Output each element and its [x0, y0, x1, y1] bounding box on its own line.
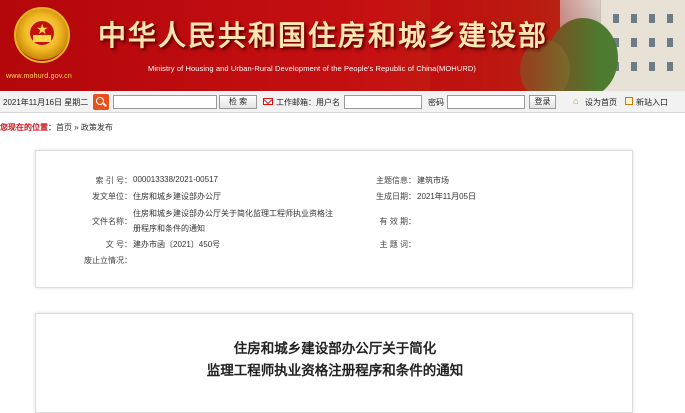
site-title: 中华人民共和国住房和城乡建设部: [98, 19, 549, 52]
search-icon[interactable]: [93, 94, 109, 110]
password-label: 密码: [428, 98, 444, 107]
validity-label: 有 效 期：: [379, 217, 416, 226]
filename-label: 文件名称：: [92, 217, 132, 226]
breadcrumb-lead: 您现在的位置：: [0, 123, 56, 132]
set-homepage-link[interactable]: 设为首页: [585, 97, 617, 108]
date-label: 生成日期：: [376, 192, 416, 201]
article-panel: 住房和城乡建设部办公厅关于简化 监理工程师执业资格注册程序和条件的通知: [35, 313, 633, 413]
mail-icon: [263, 98, 273, 105]
doc-no-value: 建办市函〔2021〕450号: [133, 240, 221, 249]
issuer-value: 住房和城乡建设部办公厅: [133, 192, 221, 201]
article-title-line1: 住房和城乡建设部办公厅关于简化: [233, 341, 437, 357]
article-title-line2: 监理工程师执业资格注册程序和条件的通知: [206, 363, 464, 379]
index-no-label: 索 引 号：: [95, 176, 132, 185]
search-input[interactable]: [113, 95, 217, 109]
new-site-icon: [625, 97, 633, 105]
home-icon: ⌂: [573, 96, 579, 106]
site-banner: ★ www.mohurd.gov.cn 中华人民共和国住房和城乡建设部 Mini…: [0, 0, 685, 91]
breadcrumb-separator: »: [72, 123, 81, 132]
breadcrumb-home[interactable]: 首页: [56, 123, 72, 132]
mail-username-label: 工作邮箱：用户名: [276, 98, 340, 107]
issuer-label: 发文单位：: [92, 192, 132, 201]
site-subtitle: Ministry of Housing and Urban-Rural Deve…: [148, 64, 476, 73]
password-input[interactable]: [447, 95, 525, 109]
date-value: 2021年11月05日: [417, 192, 476, 201]
keywords-label: 主 题 词：: [379, 240, 416, 249]
login-button[interactable]: 登录: [529, 95, 556, 109]
site-url: www.mohurd.gov.cn: [6, 73, 72, 80]
category-value: 建筑市场: [417, 176, 449, 185]
filename-value-line2: 册程序和条件的通知: [133, 224, 205, 233]
username-input[interactable]: [344, 95, 422, 109]
filename-value-line1: 住房和城乡建设部办公厅关于简化监理工程师执业资格注: [133, 209, 333, 218]
index-no-value: 000013338/2021-00517: [133, 175, 218, 184]
category-label: 主题信息：: [376, 176, 416, 185]
breadcrumb: 您现在的位置：首页 » 政策发布: [0, 122, 113, 133]
doc-no-label: 文 号：: [105, 240, 132, 249]
breadcrumb-policy[interactable]: 政策发布: [81, 123, 113, 132]
document-meta-panel: 索 引 号： 000013338/2021-00517 主题信息： 建筑市场 发…: [35, 150, 633, 288]
top-toolbar: 2021年11月16日 星期二 检 索 工作邮箱：用户名 密码 登录 ⌂ 设为首…: [0, 91, 685, 113]
current-date: 2021年11月16日 星期二: [3, 98, 89, 107]
search-button[interactable]: 检 索: [219, 95, 257, 109]
national-emblem-icon: ★: [14, 7, 70, 63]
repeal-label: 废止立情况：: [84, 256, 132, 265]
new-site-link[interactable]: 新站入口: [636, 97, 668, 108]
